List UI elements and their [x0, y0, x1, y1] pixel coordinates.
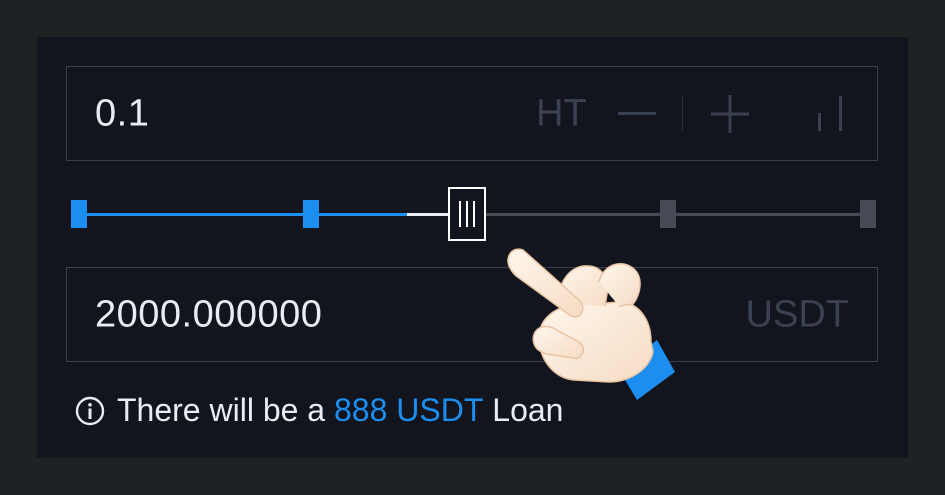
amount-value[interactable]: 0.1	[95, 92, 149, 135]
order-panel: 0.1 HT 2000.000000 USDT There will be a …	[37, 37, 908, 458]
minus-icon	[618, 111, 656, 115]
slider-track-filled	[87, 213, 303, 216]
increment-button[interactable]	[710, 94, 750, 134]
slider-track-empty	[486, 213, 660, 216]
decrement-button[interactable]	[617, 94, 657, 134]
total-value[interactable]: 2000.000000	[95, 293, 322, 336]
slider-node-75[interactable]	[660, 200, 676, 228]
info-icon	[75, 396, 105, 425]
grip-icon	[459, 201, 475, 227]
control-divider	[682, 97, 683, 131]
slider-node-100[interactable]	[860, 200, 876, 228]
slider-track-active	[407, 213, 449, 216]
slider-track-filled	[319, 213, 407, 216]
amount-field[interactable]: 0.1 HT	[66, 66, 878, 161]
amount-unit: HT	[536, 92, 587, 134]
slider-node-0[interactable]	[71, 200, 87, 228]
slider-track-empty	[676, 213, 860, 216]
total-field[interactable]: 2000.000000 USDT	[66, 267, 878, 362]
total-unit: USDT	[745, 293, 849, 335]
loan-amount: 888 USDT	[333, 392, 484, 428]
slider-thumb[interactable]	[448, 187, 486, 241]
pointing-hand-icon	[507, 248, 675, 400]
bars-icon	[818, 95, 842, 131]
loan-notice-prefix: There will be a	[117, 392, 326, 428]
amount-slider[interactable]	[71, 187, 876, 247]
loan-notice: There will be a 888 USDT Loan	[75, 392, 563, 429]
slider-node-25[interactable]	[303, 200, 319, 228]
depth-button[interactable]	[811, 94, 847, 134]
plus-icon	[711, 94, 749, 133]
